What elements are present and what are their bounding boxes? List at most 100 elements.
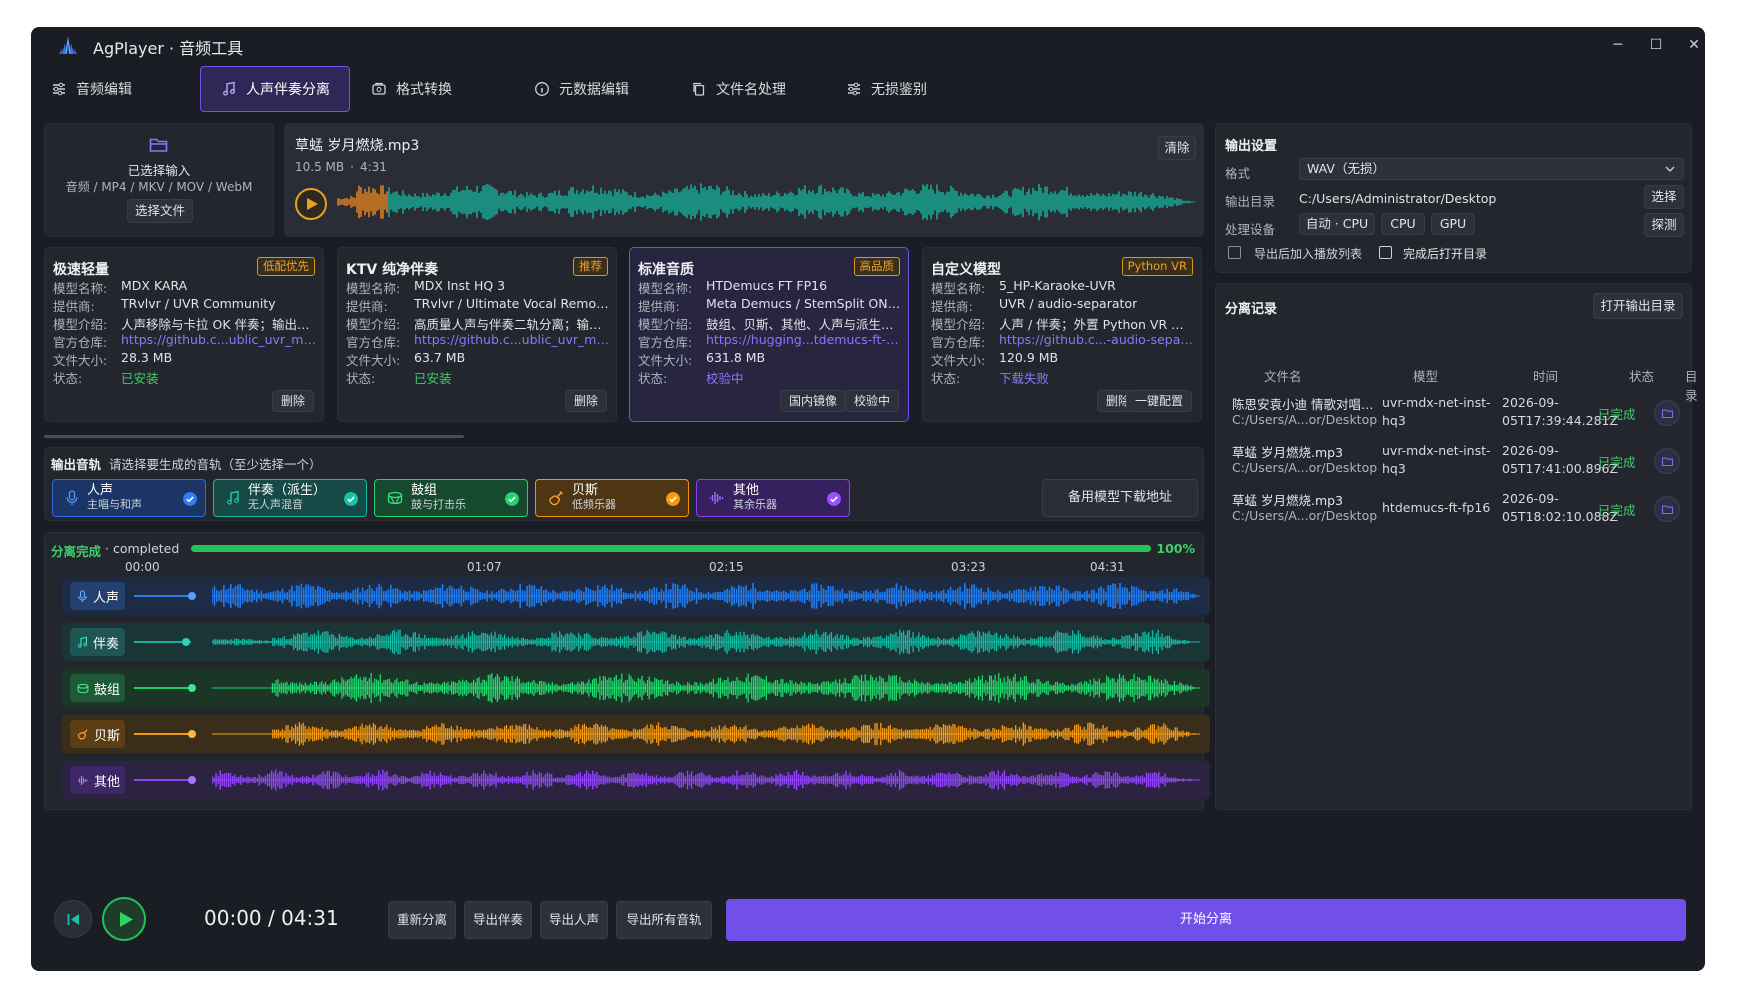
one-click-config-button[interactable]: 一键配置 [1125,390,1192,412]
volume-slider[interactable] [134,595,191,597]
file-size: 10.5 MB [295,160,345,174]
minimize-button[interactable]: ─ [1601,33,1635,57]
tab-audio-edit[interactable]: 音频编辑 [31,66,181,112]
open-folder-button[interactable] [1654,448,1680,474]
volume-slider-handle[interactable] [188,684,196,692]
choose-dir-button[interactable]: 选择 [1644,185,1684,209]
previous-button[interactable] [54,900,92,938]
model-card-standard[interactable]: 标准音质 高品质 模型名称: HTDemucs FT FP16 提供商: Meta … [629,247,909,422]
probe-button[interactable]: 探测 [1644,213,1684,237]
key-size: 文件大小: [53,353,108,368]
main-waveform[interactable] [337,182,1197,222]
tracks-header: 输出音轨 请选择要生成的音轨（至少选择一个） [51,454,322,473]
model-repo-link[interactable]: https://github.c...ublic_uvr_models [121,332,317,349]
tab-label: 文件名处理 [716,82,786,98]
model-badge: 高品质 [853,257,900,276]
history-row[interactable]: 草蜢 岁月燃烧.mp3 C:/Users/A...or/Desktop uvr-… [1232,442,1680,486]
tab-filename-process[interactable]: 文件名处理 [671,66,836,112]
stem-label-accompaniment[interactable]: 伴奏 [70,628,125,656]
stem-label-bass[interactable]: 贝斯 [70,720,125,748]
volume-slider[interactable] [134,687,191,689]
file-meta: 10.5 MB · 4:31 [295,160,387,174]
convert-icon [372,82,386,95]
export-vocals-button[interactable]: 导出人声 [540,901,608,939]
device-gpu-button[interactable]: GPU [1431,213,1475,235]
tab-format-convert[interactable]: 格式转换 [351,66,501,112]
title-bar: AgPlayer · 音频工具 ─ ☐ ✕ [31,27,1705,63]
play-icon [120,912,133,927]
tab-lossless-check[interactable]: 无损鉴别 [826,66,976,112]
guitar-icon [77,729,88,740]
track-toggle-vocals[interactable]: 人声 主唱与和声 [52,479,206,517]
model-repo-link[interactable]: https://github.c...-audio-separator [999,332,1195,349]
stem-label-vocals[interactable]: 人声 [70,582,125,610]
stem-label-drums[interactable]: 鼓组 [70,674,125,702]
file-duration: 4:31 [359,160,387,174]
model-repo-link[interactable]: https://github.c...ublic_uvr_models [414,332,610,349]
delete-model-button[interactable]: 删除 [271,390,314,412]
play-button[interactable] [295,188,327,220]
device-cpu-button[interactable]: CPU [1381,213,1425,235]
volume-slider-handle[interactable] [188,592,196,600]
open-folder-button[interactable] [1654,496,1680,522]
model-name: 5_HP-Karaoke-UVR [999,278,1116,293]
delete-model-button[interactable]: 删除 [564,390,607,412]
history-panel: 分离记录 打开输出目录 [1215,283,1692,810]
key-name: 模型名称: [931,281,986,296]
stem-lane-accompaniment[interactable]: 伴奏 [62,623,1210,661]
track-sub: 鼓与打击乐 [411,498,466,511]
music-note-icon [223,81,235,96]
volume-slider-handle[interactable] [188,776,196,784]
input-formats: 音频 / MP4 / MKV / MOV / WebM [65,180,253,194]
track-toggle-other[interactable]: 其他 其余乐器 [696,479,850,517]
history-row[interactable]: 草蜢 岁月燃烧.mp3 C:/Users/A...or/Desktop htde… [1232,490,1680,534]
volume-slider[interactable] [134,733,191,735]
output-settings-panel: 输出设置 格式 WAV（无损） 输出目录 C:/Users/Administra… [1215,123,1692,273]
stem-lane-vocals[interactable]: 人声 [62,577,1210,615]
format-select[interactable]: WAV（无损） [1299,158,1684,180]
tab-metadata-edit[interactable]: 元数据编辑 [514,66,679,112]
music-note-icon [227,490,239,505]
model-card-fast[interactable]: 极速轻量 低配优先 模型名称: MDX KARA 提供商: TRvlvr / UVR… [44,247,324,422]
model-cards-scrollbar[interactable] [44,435,464,438]
model-repo-link[interactable]: https://hugging...tdemucs-ft-onnx [706,332,902,349]
separation-percent: 100% [1156,541,1195,556]
reseparate-button[interactable]: 重新分离 [388,901,456,939]
track-toggle-drums[interactable]: 鼓组 鼓与打击乐 [374,479,528,517]
open-folder-button[interactable] [1654,400,1680,426]
volume-slider-handle[interactable] [188,730,196,738]
device-auto-cpu-button[interactable]: 自动 · CPU [1299,213,1375,235]
export-all-tracks-button[interactable]: 导出所有音轨 [616,901,712,939]
open-output-dir-button[interactable]: 打开输出目录 [1593,293,1683,319]
key-desc: 模型介绍: [346,317,401,332]
waveform-path [337,185,388,219]
model-card-custom[interactable]: 自定义模型 Python VR 模型名称: 5_HP-Karaoke-UVR 提供… [922,247,1202,422]
tab-vocal-separation[interactable]: 人声伴奏分离 [200,66,350,112]
tick-label: 03:23 [951,560,986,574]
choose-file-button[interactable]: 选择文件 [127,199,193,223]
volume-slider-handle[interactable] [182,638,190,646]
stem-lane-bass[interactable]: 贝斯 [62,715,1210,753]
stem-lane-drums[interactable]: 鼓组 [62,669,1210,707]
start-separation-button[interactable]: 开始分离 [726,899,1686,941]
add-to-playlist-checkbox[interactable] [1228,246,1241,259]
clear-button[interactable]: 清除 [1158,136,1196,160]
backup-download-button[interactable]: 备用模型下载地址 [1042,479,1198,517]
track-toggle-bass[interactable]: 贝斯 低频乐器 [535,479,689,517]
track-toggle-accompaniment[interactable]: 伴奏（派生） 无人声混音 [213,479,367,517]
play-icon [307,198,318,210]
play-pause-button[interactable] [102,897,146,941]
export-accompaniment-button[interactable]: 导出伴奏 [464,901,532,939]
mirror-button[interactable]: 国内镜像 [779,390,846,412]
close-button[interactable]: ✕ [1677,33,1705,57]
open-dir-checkbox[interactable] [1379,246,1392,259]
maximize-button[interactable]: ☐ [1639,33,1673,57]
volume-slider[interactable] [134,779,191,781]
input-panel[interactable]: 已选择输入 音频 / MP4 / MKV / MOV / WebM 选择文件 [44,123,274,237]
verifying-button[interactable]: 校验中 [844,390,899,412]
history-row[interactable]: 陈思安袁小迪 情歌对唱.... C:/Users/A...or/Desktop … [1232,394,1680,438]
model-card-ktv[interactable]: KTV 纯净伴奏 推荐 模型名称: MDX Inst HQ 3 提供商: TRvlv… [337,247,617,422]
key-provider: 提供商: [346,299,388,314]
stem-label-other[interactable]: 其他 [70,766,125,794]
stem-lane-other[interactable]: 其他 [62,761,1210,799]
